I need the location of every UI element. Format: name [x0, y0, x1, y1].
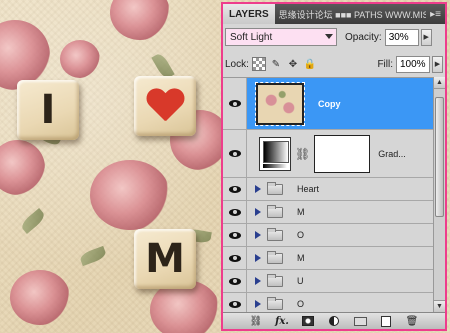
new-group-button[interactable] [353, 315, 367, 328]
layer-group-row[interactable]: M [223, 247, 433, 270]
new-group-icon [353, 316, 367, 326]
add-mask-button[interactable] [301, 315, 315, 328]
layer-group-row[interactable]: Heart [223, 178, 433, 201]
blend-row: Soft Light Opacity: 30% ▶ [225, 27, 443, 47]
folder-icon [267, 296, 283, 310]
layers-panel: LAYERS 思缘设计论坛 ■■■ PATHS WWW.MISSYUAN.COM… [221, 2, 447, 331]
adjustment-layer-button[interactable] [327, 315, 341, 328]
gradient-map-icon [259, 136, 291, 171]
layer-name: Grad... [378, 148, 406, 159]
tab-paths-watermark[interactable]: 思缘设计论坛 ■■■ PATHS WWW.MISSYUAN.COM [275, 8, 426, 21]
fx-icon[interactable]: fx. [275, 315, 289, 328]
expand-triangle-icon[interactable] [255, 254, 261, 262]
leaf-decoration [78, 245, 108, 267]
folder-icon [267, 227, 283, 241]
rose-decoration [110, 0, 170, 40]
trash-icon[interactable]: 🗑 [405, 315, 419, 328]
panel-tab-bar: LAYERS 思缘设计论坛 ■■■ PATHS WWW.MISSYUAN.COM… [223, 4, 445, 24]
lock-pixels-icon[interactable]: ✎ [269, 57, 283, 71]
visibility-toggle[interactable] [223, 130, 247, 177]
layer-name: M [297, 207, 305, 217]
tile-letter: I [40, 87, 56, 133]
visibility-toggle[interactable] [223, 201, 247, 223]
rose-decoration [10, 270, 70, 325]
folder-icon [267, 204, 283, 218]
heart-icon [146, 89, 184, 123]
expand-triangle-icon[interactable] [255, 300, 261, 308]
heart-tile [134, 76, 196, 136]
tile-letter: M [145, 236, 185, 282]
eye-icon [228, 254, 241, 262]
layer-name: Heart [297, 184, 320, 194]
scroll-down-arrow-icon[interactable]: ▼ [434, 300, 445, 312]
rose-decoration [0, 140, 45, 195]
layer-row-copy[interactable]: Copy [223, 78, 433, 130]
new-layer-button[interactable] [379, 315, 393, 328]
lock-transparency-icon[interactable] [251, 57, 266, 71]
opacity-field[interactable]: 30% [384, 28, 419, 46]
layer-name: Copy [318, 98, 341, 109]
lock-row: Lock: ✎ ✥ 🔒 Fill: 100% ▶ [225, 54, 443, 74]
blend-mode-select[interactable]: Soft Light [225, 28, 337, 46]
blend-mode-value: Soft Light [230, 31, 273, 43]
layer-name: O [297, 230, 305, 240]
panel-bottom-toolbar: ⛓ fx. 🗑 [223, 312, 445, 329]
tab-layers[interactable]: LAYERS [223, 4, 275, 24]
eye-icon [228, 150, 241, 157]
link-icon[interactable]: ⛓ [249, 315, 263, 328]
expand-triangle-icon[interactable] [255, 231, 261, 239]
folder-icon [267, 273, 283, 287]
folder-icon [267, 181, 283, 195]
layers-list: Copy ⛓ Grad... Heart M O M U O [223, 77, 433, 312]
layer-group-row[interactable]: O [223, 293, 433, 312]
panel-menu-icon[interactable]: ▸≡ [426, 9, 445, 20]
eye-icon [228, 100, 241, 107]
visibility-toggle[interactable] [223, 270, 247, 292]
visibility-toggle[interactable] [223, 178, 247, 200]
fill-slider-button[interactable]: ▶ [432, 55, 443, 73]
fill-field[interactable]: 100% [396, 55, 430, 73]
layer-mask-thumbnail[interactable] [314, 134, 371, 173]
letter-tile-i: I [17, 80, 79, 140]
visibility-toggle[interactable] [223, 78, 247, 129]
rose-decoration [60, 40, 100, 78]
layers-scrollbar[interactable]: ▲ ▼ [433, 77, 445, 312]
expand-triangle-icon[interactable] [255, 185, 261, 193]
eye-icon [228, 300, 241, 308]
layer-thumbnail [255, 81, 305, 126]
visibility-toggle[interactable] [223, 224, 247, 246]
lock-all-icon[interactable]: 🔒 [303, 57, 317, 71]
eye-icon [228, 208, 241, 216]
chevron-down-icon [325, 34, 333, 39]
scrollbar-thumb[interactable] [435, 97, 444, 217]
layer-group-row[interactable]: O [223, 224, 433, 247]
opacity-label: Opacity: [345, 31, 382, 43]
lock-position-icon[interactable]: ✥ [286, 57, 300, 71]
layer-group-row[interactable]: M [223, 201, 433, 224]
eye-icon [228, 185, 241, 193]
eye-icon [228, 277, 241, 285]
scroll-up-arrow-icon[interactable]: ▲ [434, 77, 445, 89]
fill-label: Fill: [377, 58, 393, 70]
layer-row-gradient-map[interactable]: ⛓ Grad... [223, 130, 433, 178]
layer-name: M [297, 253, 305, 263]
layer-name: O [297, 299, 305, 309]
lock-label: Lock: [225, 58, 249, 70]
rose-decoration [90, 160, 170, 230]
adjustment-icon [329, 316, 339, 326]
new-layer-icon [381, 315, 391, 327]
expand-triangle-icon[interactable] [255, 208, 261, 216]
expand-triangle-icon[interactable] [255, 277, 261, 285]
link-chain-icon[interactable]: ⛓ [295, 147, 310, 161]
layer-name: U [297, 276, 304, 286]
leaf-decoration [19, 208, 47, 234]
letter-tile-m: M [134, 229, 196, 289]
layer-group-row[interactable]: U [223, 270, 433, 293]
mask-icon [302, 316, 314, 326]
eye-icon [228, 231, 241, 239]
visibility-toggle[interactable] [223, 247, 247, 269]
opacity-slider-button[interactable]: ▶ [420, 28, 432, 46]
folder-icon [267, 250, 283, 264]
visibility-toggle[interactable] [223, 293, 247, 312]
